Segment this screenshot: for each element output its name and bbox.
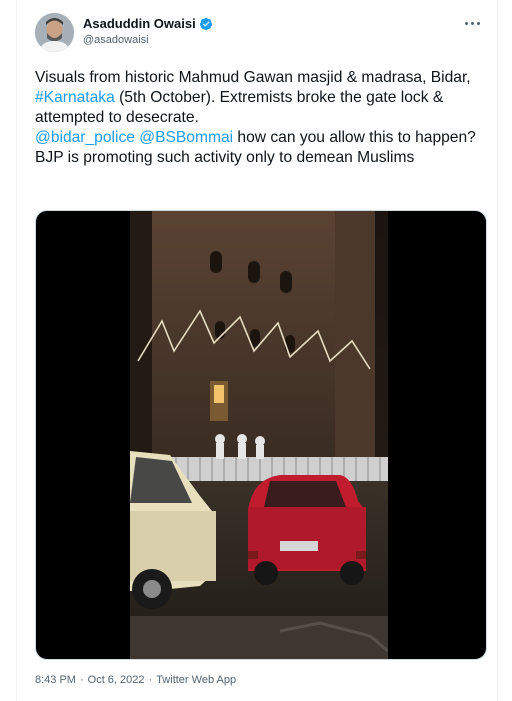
author-handle[interactable]: @asadowaisi (83, 34, 149, 46)
tweet-card: Asaduddin Owaisi @asadowaisi Visuals fro… (16, 0, 498, 701)
avatar[interactable] (35, 13, 74, 52)
tweet-text: Visuals from historic Mahmud Gawan masji… (35, 68, 487, 168)
tweet-time[interactable]: 8:43 PM (35, 674, 76, 686)
tweet-text-part: Visuals from historic Mahmud Gawan masji… (35, 69, 471, 86)
meta-separator: · (79, 674, 84, 686)
verified-badge-icon (199, 17, 212, 30)
more-options-button[interactable] (461, 16, 483, 30)
more-dot-icon (470, 21, 474, 25)
mention-link[interactable]: @BSBommai (139, 129, 233, 146)
video-player[interactable] (35, 210, 487, 660)
meta-separator: · (148, 674, 153, 686)
author-name-row[interactable]: Asaduddin Owaisi (83, 16, 213, 31)
tweet-source-app[interactable]: Twitter Web App (156, 674, 236, 686)
tweet-meta: 8:43 PM · Oct 6, 2022 · Twitter Web App (35, 674, 236, 686)
video-frame[interactable] (130, 211, 388, 660)
hashtag-link[interactable]: #Karnataka (35, 89, 115, 106)
mention-link[interactable]: @bidar_police (35, 129, 135, 146)
more-dot-icon (476, 21, 480, 25)
author-name[interactable]: Asaduddin Owaisi (83, 16, 196, 31)
tweet-date[interactable]: Oct 6, 2022 (88, 674, 145, 686)
avatar-image (35, 13, 74, 52)
more-dot-icon (464, 21, 468, 25)
